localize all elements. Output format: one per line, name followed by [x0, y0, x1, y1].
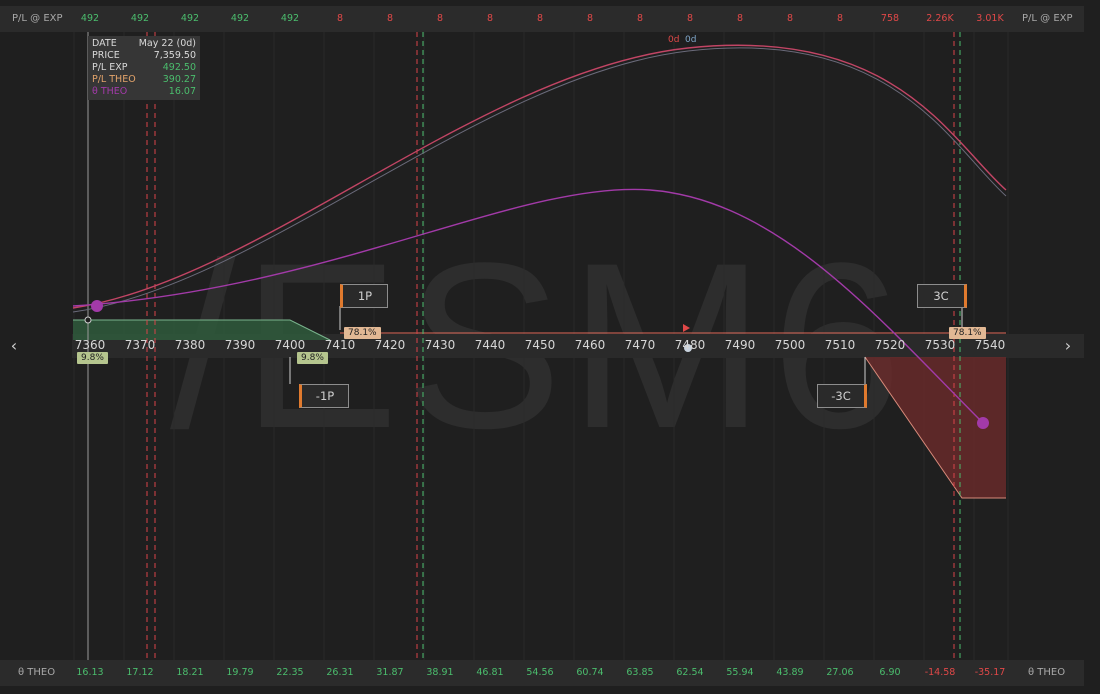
theta-cell: 22.35: [276, 667, 304, 678]
price-tick-label: 7390: [224, 338, 256, 352]
price-tick-label: 7410: [324, 338, 356, 352]
leg-label-neg1P[interactable]: -1P: [299, 384, 349, 408]
tooltip-price-value: 7,359.50: [153, 50, 196, 61]
theta-cell: 55.94: [726, 667, 754, 678]
theta-cell: 6.90: [879, 667, 901, 678]
risk-profile-app: P/L @ EXP P/L @ EXP 492 492 492 492 492 8 8 8 8 8…: [0, 0, 1100, 694]
tooltip-date-label: DATE: [92, 38, 117, 49]
probability-badge: 9.8%: [297, 352, 328, 364]
theta-cell: -35.17: [974, 667, 1006, 678]
theta-cell: 46.81: [476, 667, 504, 678]
theta-cell: 19.79: [226, 667, 254, 678]
probability-badge: 78.1%: [949, 327, 986, 339]
pl-exp-cell: 8: [686, 13, 694, 24]
probability-badge: 9.8%: [77, 352, 108, 364]
price-tick-label: 7470: [624, 338, 656, 352]
price-tick-label: 7430: [424, 338, 456, 352]
pl-theo-curve-alt: [72, 47, 1007, 313]
theta-marker: [91, 300, 103, 312]
pl-exp-cell: 492: [230, 13, 250, 24]
pl-exp-cell: 8: [386, 13, 394, 24]
pl-exp-cell: 8: [586, 13, 594, 24]
price-tick-label: 7450: [524, 338, 556, 352]
pl-exp-cell: 8: [636, 13, 644, 24]
price-tick-label: 7440: [474, 338, 506, 352]
theta-cell: 17.12: [126, 667, 154, 678]
theta-cell: 31.87: [376, 667, 404, 678]
price-tick-label: 7510: [824, 338, 856, 352]
leg-label-1P[interactable]: 1P: [340, 284, 388, 308]
tooltip-plexp-label: P/L EXP: [92, 62, 128, 73]
theta-cell: 26.31: [326, 667, 354, 678]
pl-exp-cell: 492: [80, 13, 100, 24]
leg-label-neg3C[interactable]: -3C: [817, 384, 867, 408]
theta-cell: -14.58: [924, 667, 956, 678]
leg-label-3C[interactable]: 3C: [917, 284, 967, 308]
dte-label-exp: 0d: [685, 35, 697, 45]
pl-exp-cell: 8: [336, 13, 344, 24]
pl-exp-cell: 8: [736, 13, 744, 24]
tooltip-pltheo-value: 390.27: [162, 74, 196, 85]
tooltip-pltheo-label: P/L THEO: [92, 74, 136, 85]
theta-label-right: θ THEO: [1028, 667, 1066, 678]
theta-row: θ THEO θ THEO 16.13 17.12 18.21 19.79 22.35 2…: [0, 660, 1084, 686]
profit-zone: [73, 320, 330, 340]
probability-badge: 78.1%: [344, 327, 381, 339]
pl-theo-curve: [72, 44, 1007, 309]
pl-exp-cell: 492: [280, 13, 300, 24]
price-tick-label: 7460: [574, 338, 606, 352]
theta-label-left: θ THEO: [18, 667, 56, 678]
price-tick-label: 7490: [724, 338, 756, 352]
dte-label-theo: 0d: [668, 35, 680, 45]
pl-exp-cell: 8: [536, 13, 544, 24]
pl-exp-cell: 3.01K: [976, 13, 1004, 24]
tooltip-theta-value: 16.07: [168, 86, 196, 97]
price-tick-label: 7520: [874, 338, 906, 352]
pl-exp-cell: 492: [130, 13, 150, 24]
theta-cell: 54.56: [526, 667, 554, 678]
tooltip-plexp-value: 492.50: [162, 62, 196, 73]
theta-cell: 63.85: [626, 667, 654, 678]
theta-cell: 60.74: [576, 667, 604, 678]
theta-marker: [977, 417, 989, 429]
tooltip-theta-label: θ THEO: [92, 86, 128, 97]
theta-cell: 16.13: [76, 667, 104, 678]
price-tick-label: 7500: [774, 338, 806, 352]
theta-cell: 38.91: [426, 667, 454, 678]
price-tick-label: 7420: [374, 338, 406, 352]
flag-marker: [683, 324, 690, 332]
theta-cell: 27.06: [826, 667, 854, 678]
chevron-left-icon[interactable]: ‹: [4, 336, 24, 356]
pl-exp-cell: 8: [836, 13, 844, 24]
price-tick-label: 7530: [924, 338, 956, 352]
pl-exp-cell: 8: [486, 13, 494, 24]
price-tick-label: 7540: [974, 338, 1006, 352]
theta-cell: 43.89: [776, 667, 804, 678]
chevron-right-icon[interactable]: ›: [1058, 336, 1078, 356]
price-tick-label: 7360: [74, 338, 106, 352]
pl-exp-cell: 492: [180, 13, 200, 24]
theta-cell: 18.21: [176, 667, 204, 678]
price-tick-label: 7380: [174, 338, 206, 352]
theta-cell: 62.54: [676, 667, 704, 678]
pl-exp-label-right: P/L @ EXP: [1022, 13, 1073, 24]
price-marker: [84, 316, 92, 324]
pl-exp-label-left: P/L @ EXP: [12, 13, 63, 24]
price-tick-label: 7400: [274, 338, 306, 352]
price-tick-label: 7370: [124, 338, 156, 352]
pl-exp-row: P/L @ EXP P/L @ EXP 492 492 492 492 492 8 8 8 8 8…: [0, 6, 1084, 32]
pl-exp-cell: 8: [436, 13, 444, 24]
tooltip-price-label: PRICE: [92, 50, 120, 61]
pl-exp-cell: 8: [786, 13, 794, 24]
tooltip-date-value: May 22 (0d): [138, 38, 196, 49]
price-tooltip: DATE May 22 (0d) PRICE 7,359.50 P/L EXP 492…: [88, 36, 200, 100]
pl-exp-cell: 2.26K: [926, 13, 954, 24]
price-tick-label: 7480: [674, 338, 706, 352]
pl-exp-cell: 758: [880, 13, 900, 24]
